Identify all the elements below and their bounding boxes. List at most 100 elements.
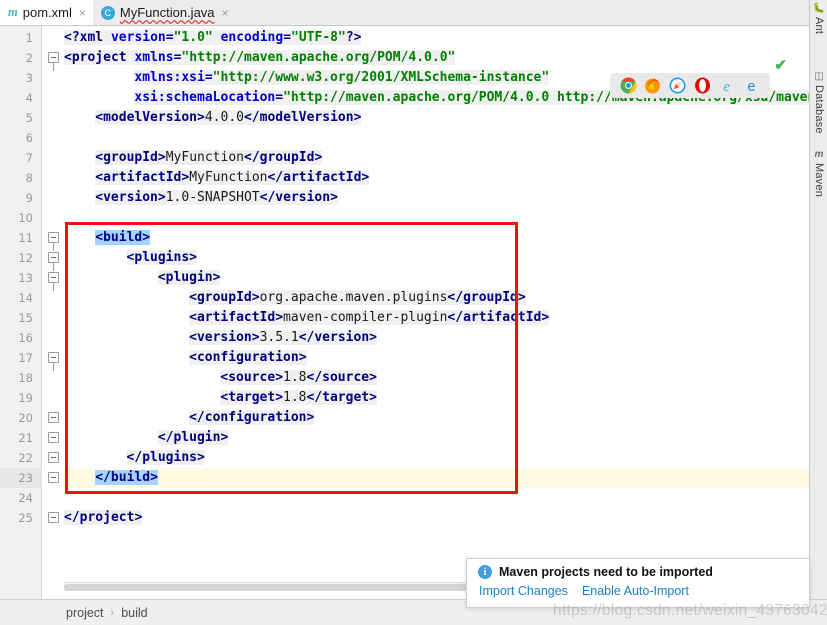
line-number: 24	[18, 491, 33, 505]
code-line[interactable]: <configuration>	[189, 348, 307, 368]
code-line[interactable]: <version>1.0-SNAPSHOT</version>	[95, 188, 338, 208]
code-token: version	[196, 330, 252, 345]
code-token: org.apache.maven.plugins	[259, 290, 448, 305]
code-line[interactable]: <target>1.8</target>	[220, 388, 377, 408]
fold-toggle-icon[interactable]	[48, 432, 59, 443]
code-token: >	[197, 450, 205, 465]
fold-toggle-icon[interactable]	[48, 472, 59, 483]
code-line[interactable]: </build>	[95, 468, 158, 488]
code-token: <	[95, 150, 104, 165]
close-icon[interactable]: ×	[79, 7, 86, 19]
code-span: <version>1.0-SNAPSHOT</version>	[95, 190, 338, 205]
code-line[interactable]: <artifactId>MyFunction</artifactId>	[95, 168, 370, 188]
edge-icon[interactable]: e	[743, 77, 760, 94]
code-line[interactable]: <source>1.8</source>	[220, 368, 377, 388]
code-token: <	[95, 170, 104, 185]
chrome-icon[interactable]	[620, 77, 637, 94]
fold-toggle-icon[interactable]	[48, 352, 59, 371]
code-token: groupId	[259, 150, 315, 165]
tool-label: Database	[813, 85, 825, 134]
internet-explorer-icon[interactable]: e	[718, 77, 735, 94]
code-line[interactable]: </project>	[64, 508, 143, 528]
line-number: 7	[25, 151, 33, 165]
code-span: xmlns:xsi="http://www.w3.org/2001/XMLSch…	[134, 70, 550, 85]
code-span: <plugin>	[157, 270, 221, 285]
code-line[interactable]: <build>	[95, 228, 151, 248]
tab-myfunction-java[interactable]: C MyFunction.java ×	[93, 0, 236, 25]
code-token: </	[298, 330, 315, 345]
code-line[interactable]: xmlns:xsi="http://www.w3.org/2001/XMLSch…	[134, 68, 550, 88]
tool-window-ant[interactable]: 🐛 Ant	[810, 4, 827, 35]
breadcrumb-item-build[interactable]: build	[121, 606, 147, 620]
opera-icon[interactable]	[694, 77, 711, 94]
code-token: >	[330, 190, 338, 205]
code-text-area[interactable]: <?xml version="1.0" encoding="UTF-8"?> <p…	[64, 26, 809, 599]
fold-toggle-icon[interactable]	[48, 272, 59, 291]
inspection-ok-icon[interactable]: ✔	[774, 56, 787, 74]
code-token: >	[251, 330, 260, 345]
current-line-highlight	[64, 468, 809, 488]
code-line[interactable]: </plugins>	[126, 448, 205, 468]
code-line[interactable]: <groupId>MyFunction</groupId>	[95, 148, 323, 168]
fold-gutter[interactable]	[43, 26, 64, 599]
code-token: >	[353, 110, 362, 125]
safari-icon[interactable]	[669, 77, 686, 94]
code-line[interactable]: <artifactId>maven-compiler-plugin</artif…	[189, 308, 550, 328]
fold-toggle-icon[interactable]	[48, 412, 59, 423]
code-token: project	[79, 510, 135, 525]
tool-window-database[interactable]: ◫ Database	[810, 72, 827, 134]
code-token: configuration	[204, 410, 307, 425]
code-token: <	[189, 350, 197, 365]
code-token: >	[157, 190, 166, 205]
code-token: >	[275, 390, 284, 405]
code-token: >	[150, 470, 158, 485]
fold-toggle-icon[interactable]	[48, 232, 59, 251]
enable-auto-import-link[interactable]: Enable Auto-Import	[582, 584, 689, 598]
code-token: target	[228, 390, 276, 405]
code-token: >	[314, 150, 323, 165]
code-span: <artifactId>MyFunction</artifactId>	[95, 170, 370, 185]
code-token: artifactId	[463, 310, 542, 325]
code-line[interactable]: </configuration>	[189, 408, 315, 428]
line-number: 21	[18, 431, 33, 445]
open-in-browser-bar[interactable]: e e	[610, 73, 770, 98]
fold-toggle-icon[interactable]	[48, 252, 59, 271]
code-token: plugins	[134, 250, 190, 265]
tool-label: Ant	[813, 17, 825, 35]
code-line[interactable]: <modelVersion>4.0.0</modelVersion>	[95, 108, 362, 128]
tool-window-maven[interactable]: m Maven	[810, 150, 827, 198]
code-token: xsi:schemaLocation	[134, 90, 276, 105]
code-token: </	[267, 170, 284, 185]
tab-pom-xml[interactable]: m pom.xml ×	[0, 0, 93, 25]
code-line[interactable]: </plugin>	[157, 428, 229, 448]
code-line[interactable]: <?xml version="1.0" encoding="UTF-8"?>	[64, 28, 362, 48]
code-span: <project xmlns="http://maven.apache.org/…	[64, 50, 456, 65]
code-line[interactable]: <project xmlns="http://maven.apache.org/…	[64, 48, 456, 68]
code-token: <	[95, 110, 104, 125]
right-tool-window-strip: 🐛 Ant ◫ Database m Maven	[809, 0, 827, 599]
code-line[interactable]: <groupId>org.apache.maven.plugins</group…	[189, 288, 526, 308]
import-changes-link[interactable]: Import Changes	[479, 584, 568, 598]
code-line[interactable]: <version>3.5.1</version>	[189, 328, 377, 348]
code-token: <	[64, 50, 72, 65]
code-token: xml	[79, 30, 104, 45]
code-token: artifactId	[196, 310, 276, 325]
fold-toggle-icon[interactable]	[48, 452, 59, 463]
editor-tab-bar: m pom.xml × C MyFunction.java ×	[0, 0, 809, 26]
code-token: <	[95, 190, 104, 205]
firefox-icon[interactable]	[644, 77, 661, 94]
code-token: </	[447, 310, 464, 325]
close-icon[interactable]: ×	[222, 7, 229, 19]
code-token: >	[275, 310, 284, 325]
maven-import-notification[interactable]: i Maven projects need to be imported Imp…	[466, 558, 810, 608]
fold-toggle-icon[interactable]	[48, 52, 59, 71]
code-editor[interactable]: 1 2 3 4 5 6 7 8 9 10 11 12 13 14 15 16 17 18 19 20 21 22 23 24 2…	[0, 26, 809, 599]
fold-toggle-icon[interactable]	[48, 512, 59, 523]
code-token: "http://maven.apache.org/POM/4.0.0"	[181, 50, 456, 65]
code-line[interactable]: <plugin>	[157, 268, 221, 288]
code-span: <groupId>MyFunction</groupId>	[95, 150, 323, 165]
breadcrumb-item-project[interactable]: project	[66, 606, 104, 620]
code-line[interactable]: <plugins>	[126, 248, 197, 268]
code-token: groupId	[463, 290, 518, 305]
